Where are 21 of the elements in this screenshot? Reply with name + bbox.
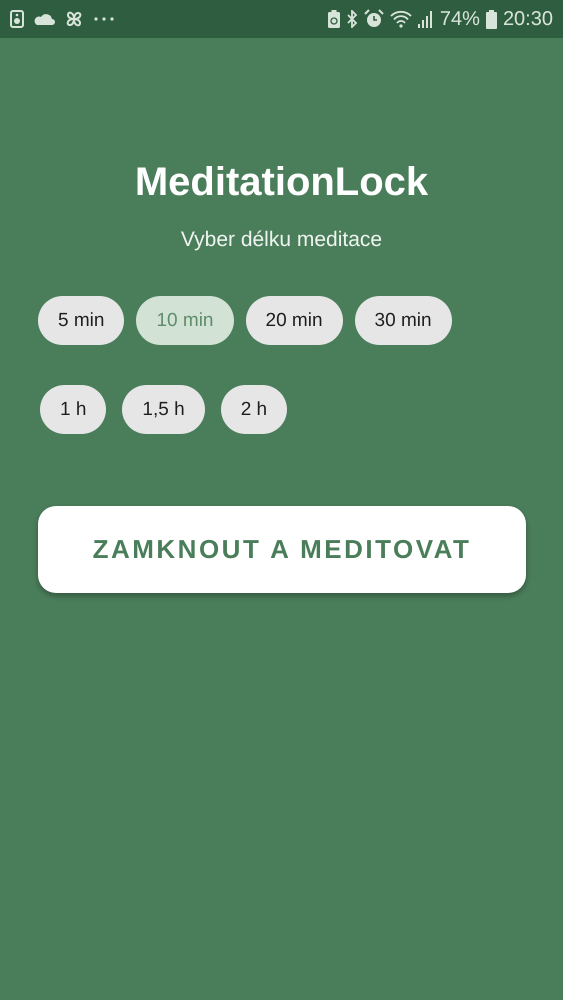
duration-chip[interactable]: 1 h xyxy=(40,385,106,434)
battery-saver-icon xyxy=(328,10,340,28)
speaker-icon xyxy=(10,10,24,28)
pinwheel-icon xyxy=(64,9,84,29)
duration-chip[interactable]: 2 h xyxy=(220,385,288,434)
duration-chip[interactable]: 20 min xyxy=(246,296,343,345)
wifi-icon xyxy=(390,10,412,28)
battery-percent: 74% xyxy=(440,8,480,30)
subtitle: Vyber délku meditace xyxy=(180,228,384,252)
app-title: MeditationLock xyxy=(134,159,430,206)
battery-icon xyxy=(486,10,497,28)
lock-button[interactable]: ZAMKNOUT A MEDITOVAT xyxy=(38,506,526,593)
clock-time: 20:30 xyxy=(502,8,553,30)
duration-chip[interactable]: 5 min xyxy=(38,296,124,345)
duration-chip[interactable]: 1,5 h xyxy=(122,385,205,434)
duration-chip[interactable]: 30 min xyxy=(354,296,452,345)
alarm-icon xyxy=(364,9,384,29)
bluetooth-icon xyxy=(346,10,358,28)
more-icon xyxy=(93,16,115,22)
cloud-icon xyxy=(33,12,55,26)
signal-icon xyxy=(418,10,434,28)
